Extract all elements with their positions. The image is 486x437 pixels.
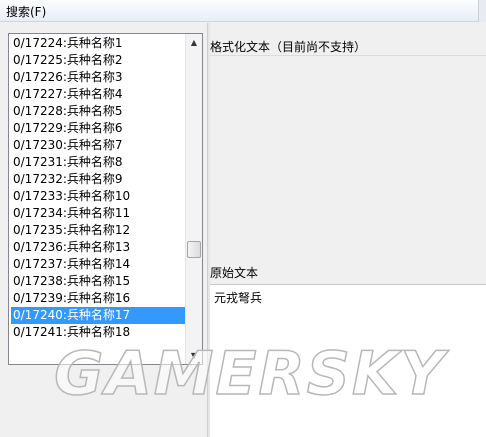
vertical-scrollbar[interactable]: ▲ ▼ xyxy=(185,34,202,364)
list-item[interactable]: 0/17241:兵种名称18 xyxy=(11,324,185,341)
formatted-text-area xyxy=(210,55,486,260)
list-item[interactable]: 0/17236:兵种名称13 xyxy=(11,239,185,256)
scroll-down-icon[interactable]: ▼ xyxy=(186,347,202,364)
list-item[interactable]: 0/17226:兵种名称3 xyxy=(11,69,185,86)
list-item[interactable]: 0/17234:兵种名称11 xyxy=(11,205,185,222)
list-item[interactable]: 0/17225:兵种名称2 xyxy=(11,52,185,69)
list-item[interactable]: 0/17240:兵种名称17 xyxy=(11,307,185,324)
list-item[interactable]: 0/17237:兵种名称14 xyxy=(11,256,185,273)
formatted-text-label: 格式化文本（目前尚不支持） xyxy=(210,40,367,54)
list-item[interactable]: 0/17233:兵种名称10 xyxy=(11,188,185,205)
list-item[interactable]: 0/17232:兵种名称9 xyxy=(11,171,185,188)
entry-listbox[interactable]: 0/17224:兵种名称1 0/17225:兵种名称2 0/17226:兵种名称3 0… xyxy=(8,33,203,365)
scroll-up-icon[interactable]: ▲ xyxy=(186,34,202,51)
menu-bar: 搜索(F) xyxy=(0,0,486,22)
raw-text-area[interactable]: 元戎弩兵 xyxy=(210,284,486,437)
left-pane: 0/17224:兵种名称1 0/17225:兵种名称2 0/17226:兵种名称3 0… xyxy=(0,23,207,437)
menu-bar-edge xyxy=(478,0,486,22)
list-item[interactable]: 0/17238:兵种名称15 xyxy=(11,273,185,290)
raw-text-value: 元戎弩兵 xyxy=(214,291,263,305)
list-item[interactable]: 0/17230:兵种名称7 xyxy=(11,137,185,154)
list-item[interactable]: 0/17235:兵种名称12 xyxy=(11,222,185,239)
list-item[interactable]: 0/17229:兵种名称6 xyxy=(11,120,185,137)
list-item[interactable]: 0/17227:兵种名称4 xyxy=(11,86,185,103)
scroll-thumb[interactable] xyxy=(187,241,201,258)
menu-search[interactable]: 搜索(F) xyxy=(6,3,46,20)
raw-text-label: 原始文本 xyxy=(210,266,259,280)
list-item[interactable]: 0/17239:兵种名称16 xyxy=(11,290,185,307)
list-item[interactable]: 0/17224:兵种名称1 xyxy=(11,35,185,52)
right-pane: 格式化文本（目前尚不支持） 原始文本 元戎弩兵 xyxy=(210,23,486,437)
list-item[interactable]: 0/17228:兵种名称5 xyxy=(11,103,185,120)
list-item[interactable]: 0/17231:兵种名称8 xyxy=(11,154,185,171)
